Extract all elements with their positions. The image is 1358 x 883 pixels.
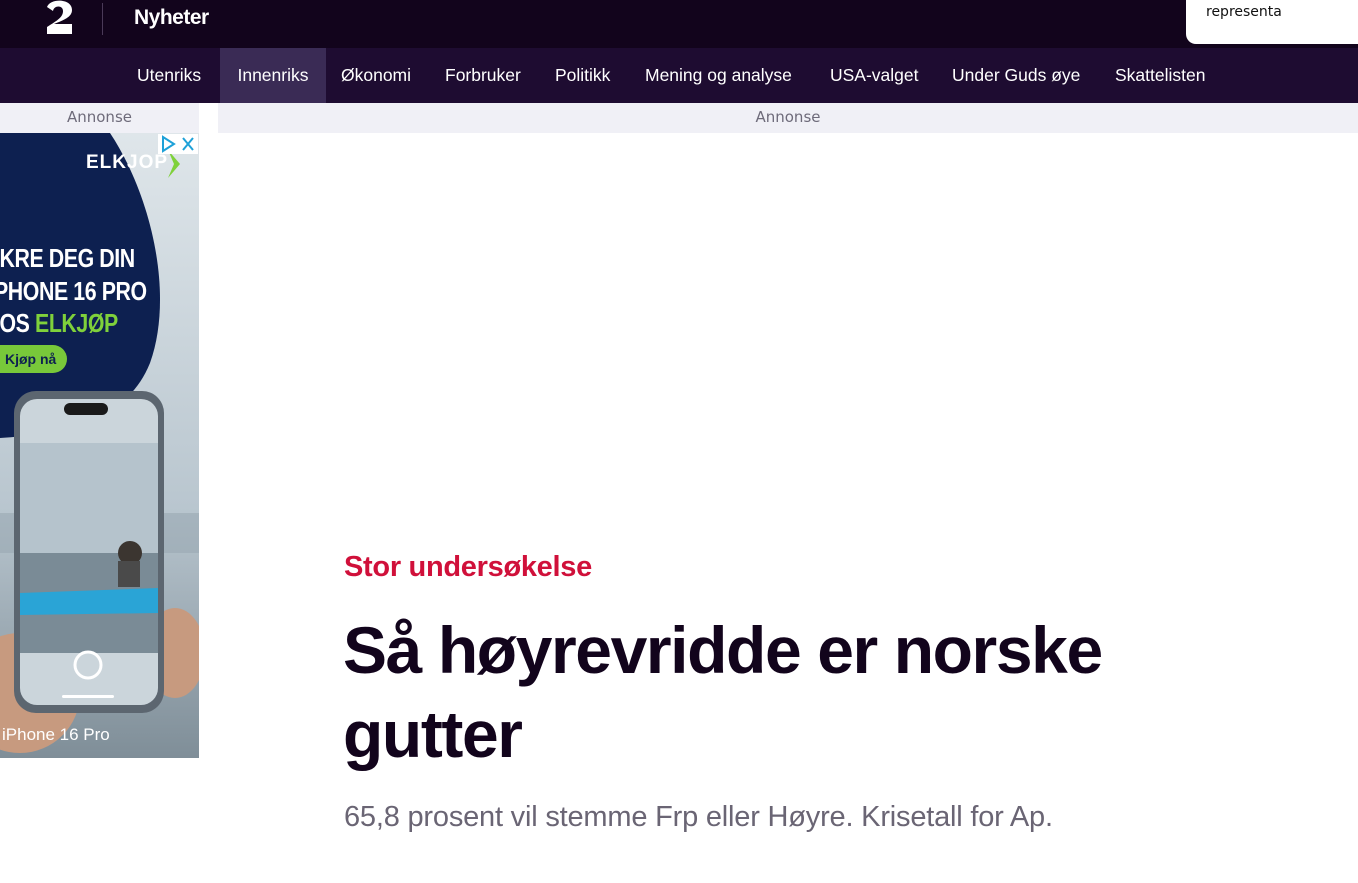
section-title[interactable]: Nyheter — [134, 6, 209, 30]
ad-headline-line3: IOS ELKJØP — [0, 308, 118, 339]
ad-brand-logo: ELKJOP — [86, 152, 169, 173]
header-divider — [102, 3, 103, 35]
ad-product-label: iPhone 16 Pro — [2, 725, 110, 744]
nav-item-okonomi[interactable]: Økonomi — [326, 48, 426, 103]
nav-item-under-guds-oye[interactable]: Under Guds øye — [937, 48, 1095, 103]
close-ad-icon[interactable] — [182, 137, 194, 151]
ad-background-art — [0, 133, 199, 758]
main-nav: Utenriks Innenriks Økonomi Forbruker Pol… — [0, 48, 1358, 103]
ad-headline-line1: IKRE DEG DIN — [0, 243, 135, 273]
tv2-logo[interactable] — [44, 0, 76, 38]
ad-brand-arrow-icon — [168, 150, 180, 178]
adchoices-icon[interactable] — [162, 135, 176, 153]
side-advertisement[interactable]: ELKJOP IKRE DEG DIN PHONE 16 PRO IOS ELK… — [0, 133, 199, 758]
ad-headline-line3-prefix: IOS — [0, 308, 30, 338]
ad-headline-line3-highlight: ELKJØP — [35, 308, 118, 338]
ad-label-main: Annonse — [218, 103, 1358, 133]
nav-item-usa-valget[interactable]: USA-valget — [815, 48, 934, 103]
popup-text: representa — [1206, 4, 1282, 20]
article-lede: 65,8 prosent vil stemme Frp eller Høyre.… — [344, 801, 1053, 833]
nav-item-mening-og-analyse[interactable]: Mening og analyse — [630, 48, 807, 103]
nav-item-politikk[interactable]: Politikk — [540, 48, 625, 103]
ad-headline-line2: PHONE 16 PRO — [0, 276, 147, 306]
nav-item-innenriks[interactable]: Innenriks — [220, 48, 326, 103]
article-kicker[interactable]: Stor undersøkelse — [344, 551, 592, 584]
popup-panel: representa — [1186, 0, 1358, 44]
nav-item-utenriks[interactable]: Utenriks — [122, 48, 216, 103]
nav-item-skattelisten[interactable]: Skattelisten — [1100, 48, 1220, 103]
ad-label-left: Annonse — [0, 103, 199, 133]
adchoices-box — [158, 134, 198, 154]
article-headline: Så høyrevridde er norske gutter — [343, 613, 1103, 771]
top-bar: Nyheter — [0, 0, 1358, 48]
ad-cta-button[interactable]: Kjøp nå — [0, 345, 67, 373]
nav-item-forbruker[interactable]: Forbruker — [430, 48, 536, 103]
